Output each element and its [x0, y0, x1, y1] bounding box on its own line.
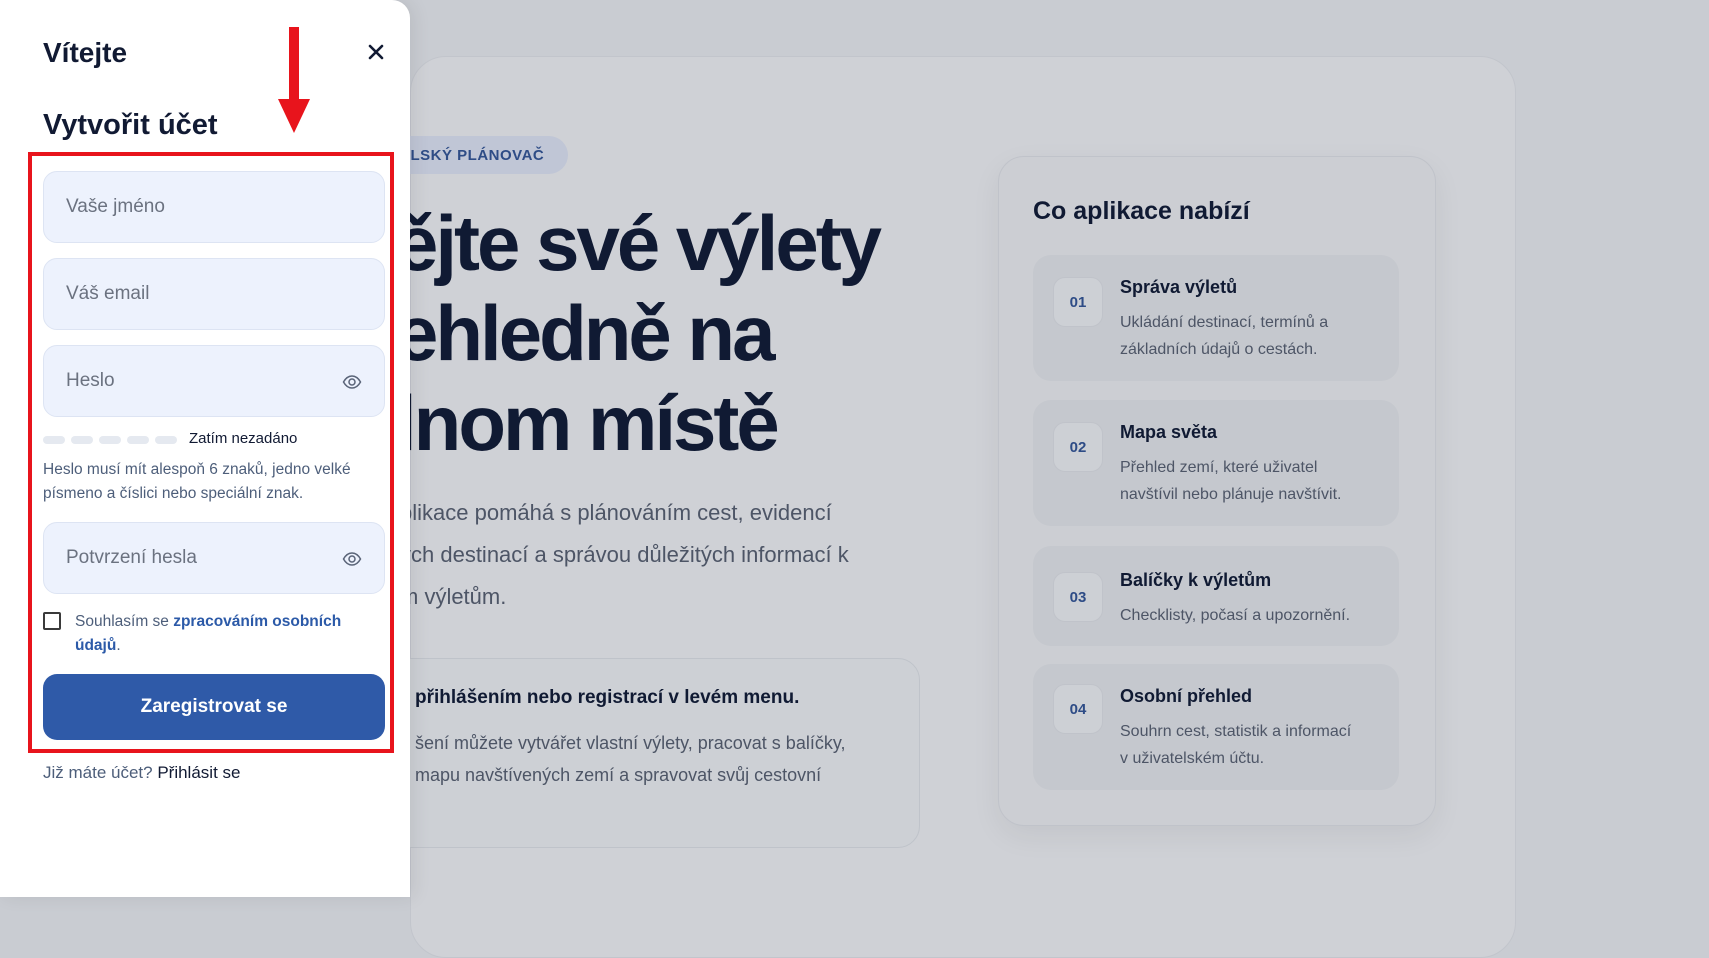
feature-description-line: v uživatelském účtu.: [1120, 750, 1265, 767]
drawer-title: Vítejte: [43, 37, 128, 68]
feature-number: 02: [1053, 422, 1103, 472]
email-field: [43, 258, 385, 330]
feature-item: 01 Správa výletů Ukládání destinací, ter…: [1033, 255, 1399, 381]
eye-icon: [342, 552, 362, 566]
feature-description-line: základních údajů o cestách.: [1120, 341, 1318, 358]
consent-checkbox[interactable]: [43, 612, 61, 630]
feature-item: 03 Balíčky k výletům Checklisty, počasí …: [1033, 546, 1399, 646]
strength-segment: [155, 436, 177, 444]
password-hint-line: písmeno a číslici nebo speciální znak.: [43, 485, 304, 502]
features-title: Co aplikace nabízí: [1033, 197, 1250, 225]
toggle-password-visibility[interactable]: [342, 372, 362, 392]
feature-description: Ukládání destinací, termínů a základních…: [1120, 309, 1390, 363]
hero-title: ějte své výlety ehledně na lnom místě: [395, 198, 882, 468]
features-panel: Co aplikace nabízí 01 Správa výletů Uklá…: [998, 156, 1436, 826]
close-icon: [368, 44, 384, 60]
hero-title-line: ějte své výlety: [395, 199, 882, 287]
info-card-title: přihlášením nebo registrací v levém menu…: [415, 687, 800, 708]
feature-description-line: Checklisty, počasí a upozornění.: [1120, 607, 1351, 624]
name-field: [43, 171, 385, 243]
feature-description: Checklisty, počasí a upozornění.: [1120, 602, 1390, 629]
feature-number: 01: [1053, 277, 1103, 327]
consent-suffix: .: [116, 637, 121, 654]
auth-drawer: Vítejte Vytvořit účet Zatím nezadáno: [0, 0, 410, 897]
strength-label: Zatím nezadáno: [189, 430, 298, 447]
password-input[interactable]: [44, 346, 384, 416]
feature-title: Správa výletů: [1120, 277, 1238, 297]
strength-segment: [99, 436, 121, 444]
feature-title: Osobní přehled: [1120, 686, 1253, 706]
feature-description-line: Souhrn cest, statistik a informací: [1120, 723, 1352, 740]
hero-title-line: ehledně na: [395, 289, 775, 377]
hero-description-line: ých destinací a správou důležitých infor…: [400, 542, 849, 567]
hero-description-line: plikace pomáhá s plánováním cest, eviden…: [400, 500, 832, 525]
login-link[interactable]: Přihlásit se: [157, 763, 240, 782]
feature-description-line: Ukládání destinací, termínů a: [1120, 314, 1329, 331]
info-card-text: šení můžete vytvářet vlastní výlety, pra…: [415, 727, 915, 791]
feature-item: 02 Mapa světa Přehled zemí, které uživat…: [1033, 400, 1399, 526]
hero-title-line: lnom místě: [395, 379, 780, 467]
toggle-confirm-visibility[interactable]: [342, 549, 362, 569]
strength-segment: [71, 436, 93, 444]
password-field: [43, 345, 385, 417]
password-hint-line: Heslo musí mít alespoň 6 znaků, jedno ve…: [43, 461, 351, 478]
name-input[interactable]: [44, 172, 384, 242]
arrow-down-icon: [278, 27, 310, 133]
eye-icon: [342, 375, 362, 389]
password-strength-meter: Zatím nezadáno: [43, 430, 385, 452]
feature-item: 04 Osobní přehled Souhrn cest, statistik…: [1033, 664, 1399, 790]
feature-description: Přehled zemí, které uživatel navštívil n…: [1120, 454, 1390, 508]
feature-number: 03: [1053, 572, 1103, 622]
consent-row: Souhlasím se zpracováním osobních údajů.: [43, 610, 388, 660]
hero-description-line: m výletům.: [400, 584, 507, 609]
consent-label: Souhlasím se zpracováním osobních údajů.: [75, 610, 375, 658]
feature-description: Souhrn cest, statistik a informací v uži…: [1120, 718, 1390, 772]
feature-description-line: Přehled zemí, které uživatel: [1120, 459, 1318, 476]
login-prompt: Již máte účet? Přihlásit se: [43, 763, 240, 783]
info-card-line: šení můžete vytvářet vlastní výlety, pra…: [415, 733, 846, 753]
confirm-password-field: [43, 522, 385, 594]
consent-prefix: Souhlasím se: [75, 613, 174, 630]
info-card: přihlášením nebo registrací v levém menu…: [330, 658, 920, 848]
feature-description-line: navštívil nebo plánuje navštívit.: [1120, 486, 1342, 503]
feature-title: Balíčky k výletům: [1120, 570, 1272, 590]
info-card-line: mapu navštívených zemí a spravovat svůj …: [415, 765, 822, 785]
app-badge-label: ELSKÝ PLÁNOVAČ: [400, 146, 545, 164]
feature-number: 04: [1053, 684, 1103, 734]
confirm-password-input[interactable]: [44, 523, 384, 593]
form-title: Vytvořit účet: [43, 109, 218, 141]
register-button[interactable]: Zaregistrovat se: [43, 674, 385, 740]
password-hint: Heslo musí mít alespoň 6 znaků, jedno ve…: [43, 458, 388, 506]
strength-segment: [43, 436, 65, 444]
hero-description: plikace pomáhá s plánováním cest, eviden…: [400, 492, 920, 618]
email-input[interactable]: [44, 259, 384, 329]
close-button[interactable]: [362, 38, 390, 66]
feature-title: Mapa světa: [1120, 422, 1218, 442]
login-prompt-text: Již máte účet?: [43, 763, 158, 782]
strength-segment: [127, 436, 149, 444]
